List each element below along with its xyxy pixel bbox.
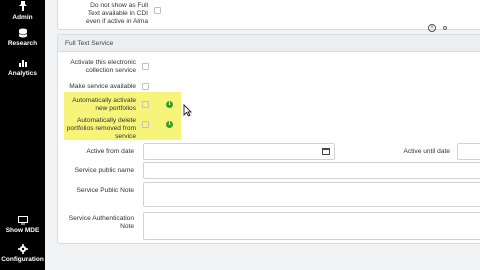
- nav-item-analytics[interactable]: Analytics: [0, 58, 45, 77]
- active-until-input[interactable]: [457, 143, 480, 160]
- auth-note-label: Service Authentication Note: [68, 215, 134, 230]
- activate-label: Activate this electronic collection serv…: [70, 59, 136, 74]
- gear-icon: [17, 244, 28, 254]
- nav-item-configuration[interactable]: Configuration: [0, 244, 45, 263]
- admin-icon: [18, 1, 27, 11]
- public-note-label: Service Public Note: [76, 187, 134, 194]
- nav-item-research[interactable]: Research: [0, 28, 45, 47]
- calendar-icon[interactable]: [322, 148, 330, 155]
- nav-label-configuration: Configuration: [1, 256, 44, 263]
- mde-icon: [17, 216, 28, 225]
- auth-note-textarea[interactable]: [143, 212, 480, 240]
- mouse-cursor-icon: [183, 104, 192, 117]
- research-icon: [18, 28, 27, 38]
- section-title: Full Text Service: [58, 35, 480, 52]
- nav-item-show-mde[interactable]: Show MDE: [0, 216, 45, 234]
- auto-activate-label: Automatically activate new portfolios: [72, 97, 136, 112]
- main-content: Do not show as Full Text available in CD…: [45, 0, 480, 270]
- cdi-checkbox[interactable]: [154, 7, 161, 14]
- auto-delete-checkbox[interactable]: [142, 121, 149, 128]
- auto-activate-checkbox[interactable]: [142, 101, 149, 108]
- close-icon[interactable]: ×: [428, 24, 436, 32]
- make-available-checkbox[interactable]: [142, 83, 149, 90]
- analytics-icon: [18, 60, 27, 67]
- nav-label-research: Research: [7, 40, 38, 47]
- nav-label-show-mde: Show MDE: [5, 227, 40, 234]
- public-note-textarea[interactable]: [143, 182, 480, 207]
- full-text-service-card: Full Text Service Activate this electron…: [57, 34, 480, 244]
- activate-checkbox[interactable]: [142, 63, 149, 70]
- public-name-input[interactable]: [143, 162, 480, 179]
- public-name-label: Service public name: [74, 167, 134, 174]
- make-available-label: Make service available: [69, 83, 136, 90]
- info-icon[interactable]: i: [166, 121, 173, 128]
- side-navigation: Admin Research Analytics Show MDE Config…: [0, 0, 45, 270]
- active-from-input[interactable]: [143, 143, 335, 160]
- nav-label-admin: Admin: [12, 14, 33, 21]
- nav-label-analytics: Analytics: [8, 70, 37, 77]
- cdi-label: Do not show as Full Text available in CD…: [86, 2, 148, 25]
- active-until-label: Active until date: [403, 148, 450, 155]
- previous-section-card: Do not show as Full Text available in CD…: [57, 0, 480, 30]
- auto-delete-label: Automatically delete portfolios removed …: [66, 117, 136, 140]
- circle-icon[interactable]: [443, 26, 447, 30]
- info-icon[interactable]: i: [166, 101, 173, 108]
- active-from-label: Active from date: [86, 148, 134, 155]
- nav-item-admin[interactable]: Admin: [0, 0, 45, 21]
